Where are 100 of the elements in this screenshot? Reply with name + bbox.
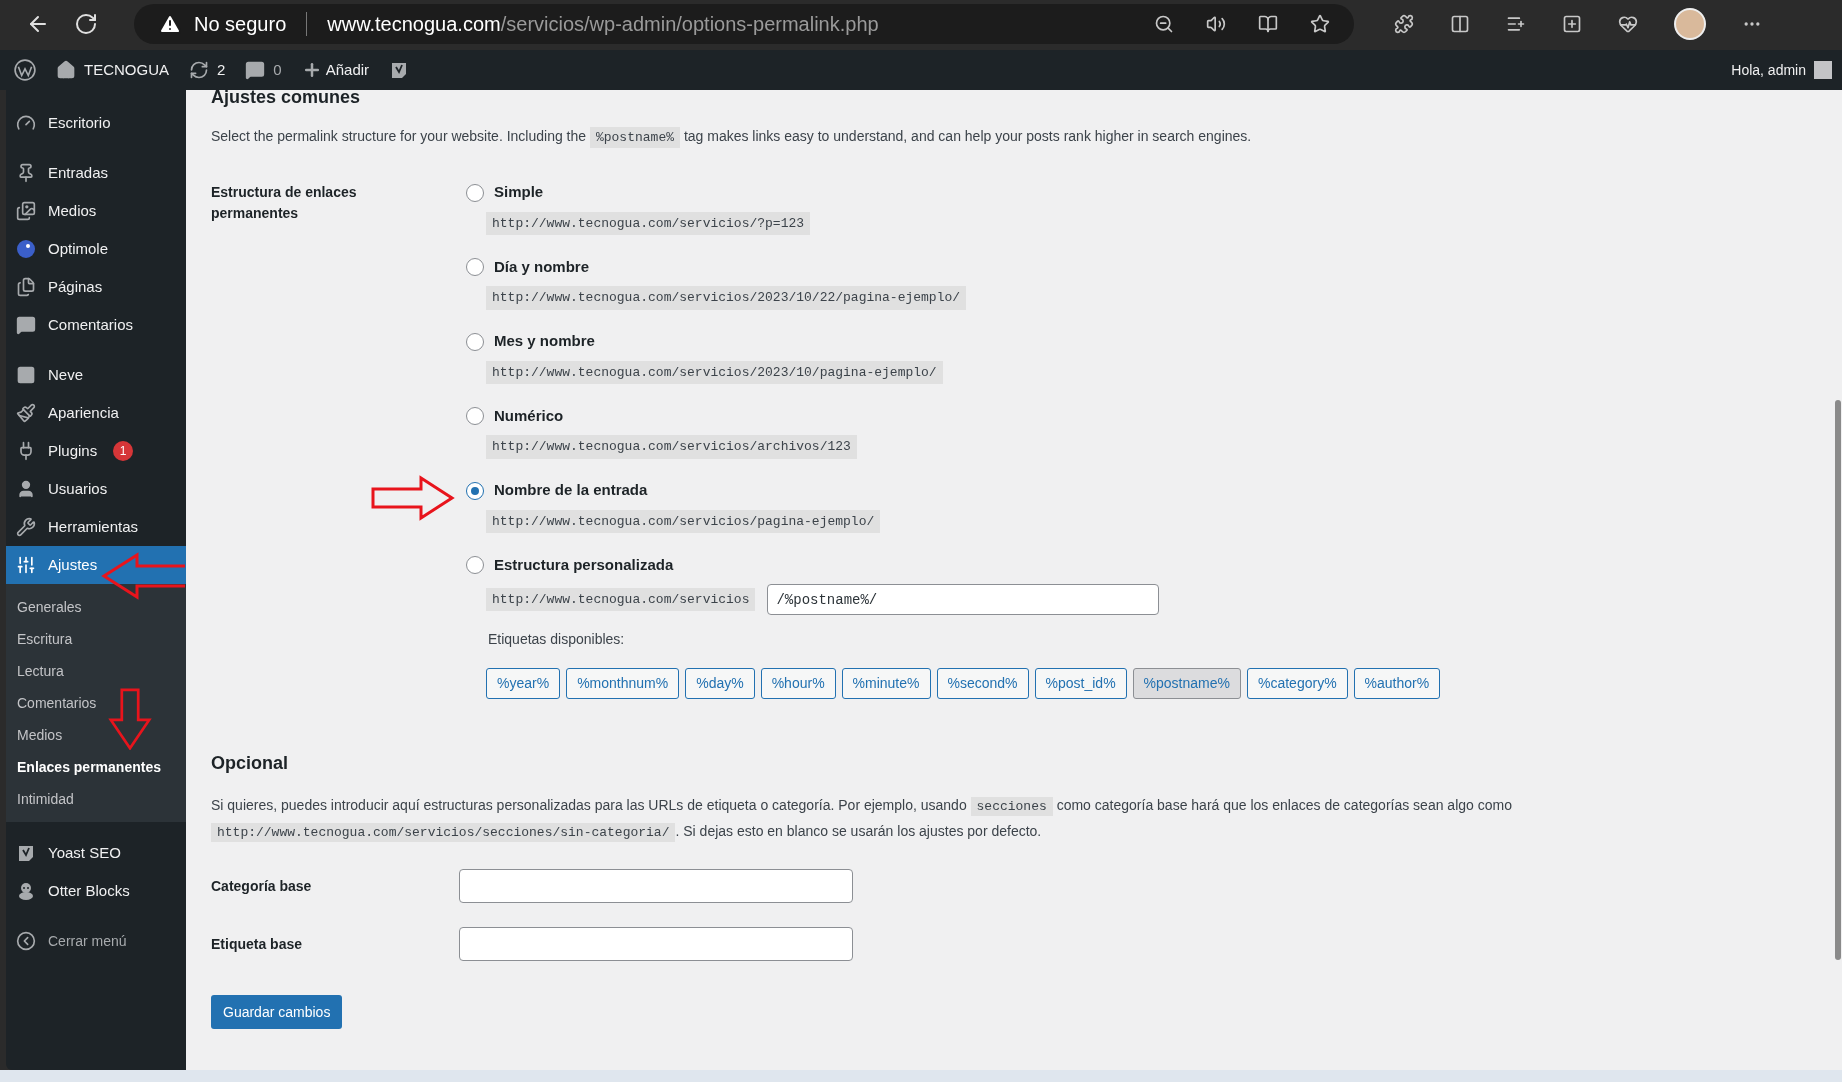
url-text: www.tecnogua.com/servicios/wp-admin/options-permalink.php	[327, 12, 879, 37]
sidebar-item[interactable]: Usuarios	[6, 470, 186, 508]
custom-structure-input[interactable]: /%postname%/	[767, 584, 1160, 615]
tag-button[interactable]: %postname%	[1132, 668, 1241, 699]
home-icon	[56, 60, 76, 80]
reload-icon[interactable]	[74, 12, 98, 36]
sidebar-item[interactable]: Ajustes	[6, 546, 186, 584]
sidebar-item[interactable]: Páginas	[6, 268, 186, 306]
collapse-icon	[16, 931, 36, 951]
reader-icon[interactable]	[1258, 14, 1278, 34]
option-label[interactable]: Simple	[494, 181, 544, 204]
tag-button[interactable]: %day%	[685, 668, 755, 699]
example-url: http://www.tecnogua.com/servicios/2023/10/pagina-ejemplo/	[486, 360, 943, 384]
intro-text: Select the permalink structure for your website. Including the %postname% tag makes links easy to understand, and can help your posts rank higher in search engines.	[211, 126, 1794, 148]
text-input[interactable]	[459, 869, 853, 903]
sliders-icon	[16, 555, 36, 575]
comments-link[interactable]: 0	[245, 58, 282, 82]
new-link[interactable]: Añadir	[301, 58, 370, 82]
option-label[interactable]: Nombre de la entrada	[494, 479, 648, 502]
wrench-icon	[16, 517, 36, 537]
user-icon	[16, 479, 36, 499]
site-link[interactable]: TECNOGUA	[56, 58, 169, 82]
animal-icon	[16, 881, 36, 901]
radio-button[interactable]	[466, 556, 484, 574]
submenu-item[interactable]: Medios	[6, 719, 186, 751]
sidebar-item[interactable]: Apariencia	[6, 394, 186, 432]
count-badge: 1	[113, 441, 134, 461]
sidebar-item[interactable]: Neve	[6, 356, 186, 394]
sidebar-item[interactable]: Herramientas	[6, 508, 186, 546]
submenu-item[interactable]: Enlaces permanentes	[6, 751, 186, 783]
updates-link[interactable]: 2	[189, 58, 226, 82]
field-label: Categoría base	[211, 876, 313, 896]
option-label[interactable]: Estructura personalizada	[494, 553, 674, 577]
submenu-item[interactable]: Comentarios	[6, 687, 186, 719]
star-icon[interactable]	[1310, 14, 1330, 34]
shield-logo-icon	[16, 843, 36, 863]
refresh-icon	[189, 60, 209, 80]
annotation-arrow	[107, 688, 153, 750]
radio-button[interactable]	[466, 332, 484, 351]
account-link[interactable]: Hola, admin	[1731, 59, 1832, 81]
optional-text: Si quieres, puedes introducir aquí estructuras personalizadas para las URLs de etiqueta o categoría. Por ejemplo, usando secciones como categoría base hará que los enlaces de categorías sean algo como http://www.tecnogua.com/servicios/secciones/sin-categoria/ . Si dejas esto en blanco se usarán los ajustes por defecto.	[211, 796, 1513, 844]
submenu-item[interactable]: Intimidad	[6, 783, 186, 815]
tag-button[interactable]: %hour%	[760, 668, 836, 699]
collapse-menu-button[interactable]: Cerrar menú	[6, 922, 186, 960]
field-label: Estructura de enlaces permanentes	[211, 182, 358, 223]
tag-button[interactable]: %year%	[486, 668, 561, 699]
submenu-item[interactable]: Escritura	[6, 623, 186, 655]
scrollbar[interactable]	[1834, 90, 1842, 1070]
mascot-icon	[16, 239, 36, 259]
sidebar-item[interactable]: Comentarios	[6, 306, 186, 344]
pages-icon	[16, 277, 36, 297]
example-url: http://www.tecnogua.com/servicios/2023/10/22/pagina-ejemplo/	[486, 286, 967, 310]
submenu-item[interactable]: Generales	[6, 591, 186, 623]
sidebar-item[interactable]: Entradas	[6, 154, 186, 192]
tag-button[interactable]: %category%	[1247, 668, 1348, 699]
tag-button[interactable]: %post_id%	[1034, 668, 1127, 699]
sidebar-item[interactable]: Yoast SEO	[6, 834, 186, 872]
media-icon	[16, 201, 36, 221]
security-label: No seguro	[194, 12, 287, 37]
sidebar-item[interactable]: Optimole	[6, 230, 186, 268]
avatar-icon	[1814, 61, 1832, 79]
extensions-icon[interactable]	[1394, 14, 1414, 34]
sidebar-item[interactable]: Plugins 1	[6, 432, 186, 470]
radio-button[interactable]	[466, 481, 484, 500]
tag-button[interactable]: %second%	[936, 668, 1029, 699]
zoom-out-icon[interactable]	[1154, 14, 1174, 34]
tag-button[interactable]: %minute%	[841, 668, 931, 699]
option-label[interactable]: Día y nombre	[494, 255, 590, 279]
radio-button[interactable]	[466, 258, 484, 276]
collections-icon[interactable]	[1562, 14, 1582, 34]
logo-icon[interactable]	[14, 59, 36, 81]
read-aloud-icon[interactable]	[1206, 14, 1226, 34]
example-url: http://www.tecnogua.com/servicios/pagina-ejemplo/	[486, 509, 881, 533]
favorites-icon[interactable]	[1506, 14, 1526, 34]
pin-icon	[16, 163, 36, 183]
option-label[interactable]: Mes y nombre	[494, 330, 595, 353]
radio-button[interactable]	[466, 407, 484, 425]
square-logo-icon	[16, 365, 36, 385]
comment-icon	[16, 315, 36, 335]
radio-button[interactable]	[466, 183, 484, 202]
heart-pulse-icon[interactable]	[1618, 14, 1638, 34]
sidebar-item[interactable]: Otter Blocks	[6, 872, 186, 910]
tag-button[interactable]: %monthnum%	[566, 668, 680, 699]
submenu-item[interactable]: Lectura	[6, 655, 186, 687]
option-label[interactable]: Numérico	[494, 404, 564, 428]
example-url: http://www.tecnogua.com/servicios/archivos/123	[486, 435, 857, 459]
sidebar-item[interactable]: Escritorio	[6, 104, 186, 142]
split-screen-icon[interactable]	[1450, 14, 1470, 34]
sidebar-item[interactable]: Medios	[6, 192, 186, 230]
section-heading: Ajustes comunes	[211, 90, 362, 106]
tag-button[interactable]: %author%	[1353, 668, 1441, 699]
tags-label: Etiquetas disponibles:	[488, 630, 626, 649]
comment-icon	[245, 60, 266, 80]
avatar[interactable]	[1674, 8, 1706, 40]
address-bar[interactable]: No seguro www.tecnogua.com/servicios/wp-admin/options-permalink.php	[134, 4, 1354, 44]
field-label: Etiqueta base	[211, 934, 304, 954]
section-heading: Opcional	[211, 752, 289, 775]
save-button[interactable]: Guardar cambios	[211, 995, 343, 1029]
text-input[interactable]	[459, 927, 853, 961]
dashboard-icon	[16, 113, 36, 133]
